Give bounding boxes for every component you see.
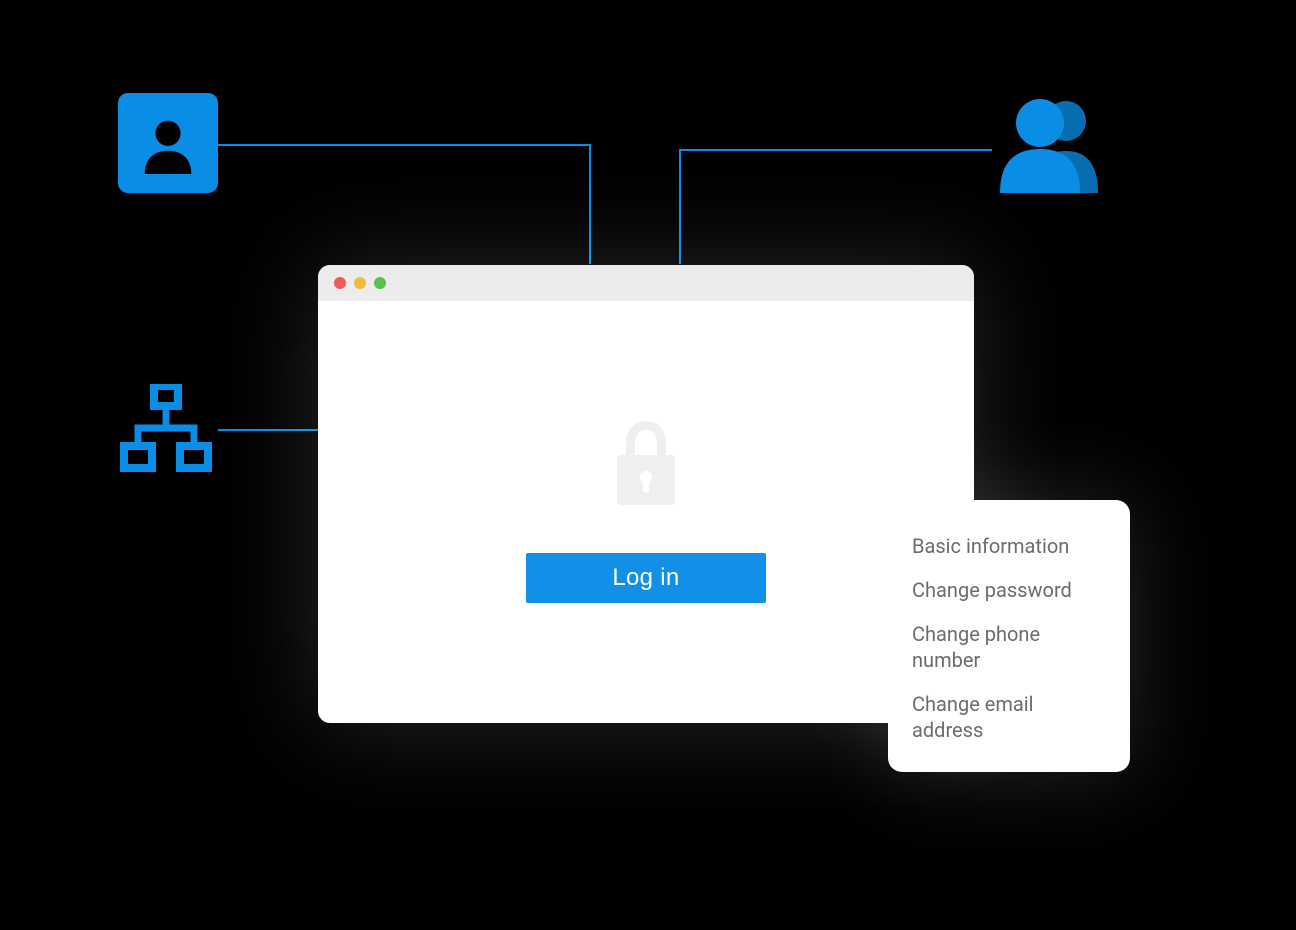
window-maximize-dot[interactable]: [374, 277, 386, 289]
menu-item-change-email[interactable]: Change email address: [912, 682, 1106, 752]
menu-item-change-password[interactable]: Change password: [912, 568, 1106, 612]
lock-icon: [611, 421, 681, 513]
user-single-icon: [118, 93, 218, 193]
window-close-dot[interactable]: [334, 277, 346, 289]
window-titlebar: [318, 265, 974, 301]
org-chart-icon: [118, 384, 214, 472]
users-group-icon: [988, 93, 1108, 193]
account-menu: Basic information Change password Change…: [888, 500, 1130, 772]
browser-window: Log in: [318, 265, 974, 723]
window-body: Log in: [318, 301, 974, 723]
menu-item-change-phone[interactable]: Change phone number: [912, 612, 1106, 682]
login-button[interactable]: Log in: [526, 553, 766, 603]
window-minimize-dot[interactable]: [354, 277, 366, 289]
menu-item-basic-information[interactable]: Basic information: [912, 524, 1106, 568]
